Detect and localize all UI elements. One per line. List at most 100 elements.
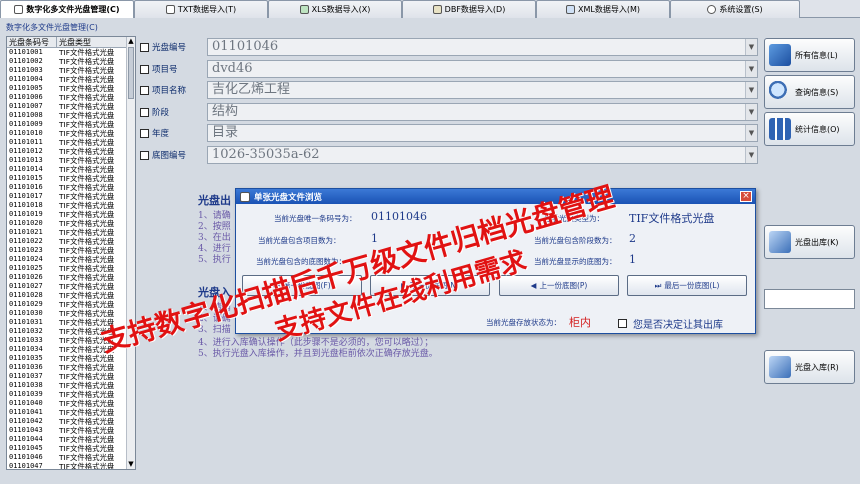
list-item[interactable]: 01101038 TIF文件格式光盘 — [7, 381, 135, 390]
column-header-type[interactable]: 光盘类型 — [57, 37, 127, 47]
disc-out-button[interactable]: 光盘出库(K) — [764, 225, 855, 259]
tab-dbf-import[interactable]: DBF数据导入(D) — [402, 0, 536, 18]
close-icon[interactable]: × — [740, 191, 752, 202]
stats-info-button[interactable]: 统计信息(O) — [764, 112, 855, 146]
list-item[interactable]: 01101040 TIF文件格式光盘 — [7, 399, 135, 408]
decide-out-checkbox[interactable] — [618, 319, 627, 328]
list-item[interactable]: 01101037 TIF文件格式光盘 — [7, 372, 135, 381]
list-item[interactable]: 01101010 TIF文件格式光盘 — [7, 129, 135, 138]
list-item[interactable]: 01101026 TIF文件格式光盘 — [7, 273, 135, 282]
tab-xml-import[interactable]: XML数据导入(M) — [536, 0, 670, 18]
list-item-type: TIF文件格式光盘 — [59, 444, 115, 453]
prev-icon: ◀ — [530, 281, 537, 290]
disc-in-button[interactable]: 光盘入库(R) — [764, 350, 855, 384]
list-item-barcode: 01101007 — [9, 102, 43, 110]
chevron-down-icon[interactable]: ▼ — [745, 125, 757, 141]
list-item[interactable]: 01101023 TIF文件格式光盘 — [7, 246, 135, 255]
list-item[interactable]: 01101029 TIF文件格式光盘 — [7, 300, 135, 309]
tab-disc-management[interactable]: 数字化多文件光盘管理(C) — [0, 0, 134, 18]
field-stage: 阶段 结构 ▼ — [140, 103, 758, 121]
disc-number-checkbox[interactable] — [140, 42, 149, 52]
project-number-select[interactable]: dvd46 ▼ — [207, 60, 758, 78]
disc-list[interactable]: 光盘条码号 光盘类型 01101001 TIF文件格式光盘 01101002 TIF文… — [6, 36, 136, 470]
barcode-scan-input[interactable] — [764, 289, 855, 309]
in-step: 5、执行光盘入库操作，并且到光盘柜前依次正确存放光盘。 — [198, 349, 438, 359]
list-item-barcode: 01101025 — [9, 264, 43, 272]
list-item[interactable]: 01101042 TIF文件格式光盘 — [7, 417, 135, 426]
list-item-barcode: 01101043 — [9, 426, 43, 434]
list-item[interactable]: 01101007 TIF文件格式光盘 — [7, 102, 135, 111]
decide-out-option[interactable]: 您是否决定让其出库 — [618, 316, 723, 331]
chevron-down-icon[interactable]: ▼ — [745, 61, 757, 77]
list-item[interactable]: 01101044 TIF文件格式光盘 — [7, 435, 135, 444]
list-item[interactable]: 01101043 TIF文件格式光盘 — [7, 426, 135, 435]
project-name-select[interactable]: 吉化乙烯工程 ▼ — [207, 81, 758, 99]
chevron-down-icon[interactable]: ▼ — [745, 82, 757, 98]
list-item[interactable]: 01101022 TIF文件格式光盘 — [7, 237, 135, 246]
year-checkbox[interactable] — [140, 128, 149, 138]
list-item[interactable]: 01101036 TIF文件格式光盘 — [7, 363, 135, 372]
tab-xls-import[interactable]: XLS数据导入(X) — [268, 0, 402, 18]
status-value: 柜内 — [569, 316, 591, 329]
list-item[interactable]: 01101008 TIF文件格式光盘 — [7, 111, 135, 120]
query-info-button[interactable]: 查询信息(S) — [764, 75, 855, 109]
list-item[interactable]: 01101017 TIF文件格式光盘 — [7, 192, 135, 201]
list-header: 光盘条码号 光盘类型 — [7, 37, 135, 48]
all-info-button[interactable]: 所有信息(L) — [764, 38, 855, 72]
list-item-barcode: 01101019 — [9, 210, 43, 218]
tab-system-settings[interactable]: 系统设置(S) — [670, 0, 800, 18]
year-select[interactable]: 目录 ▼ — [207, 124, 758, 142]
list-item[interactable]: 01101003 TIF文件格式光盘 — [7, 66, 135, 75]
list-item[interactable]: 01101016 TIF文件格式光盘 — [7, 183, 135, 192]
scroll-up-icon[interactable]: ▲ — [127, 37, 135, 46]
tab-bar: 数字化多文件光盘管理(C) TXT数据导入(T) XLS数据导入(X) DBF数… — [0, 0, 860, 18]
list-scrollbar[interactable]: ▲ ▼ — [126, 37, 135, 469]
list-item[interactable]: 01101014 TIF文件格式光盘 — [7, 165, 135, 174]
list-item[interactable]: 01101005 TIF文件格式光盘 — [7, 84, 135, 93]
list-item[interactable]: 01101020 TIF文件格式光盘 — [7, 219, 135, 228]
chevron-down-icon[interactable]: ▼ — [745, 104, 757, 120]
list-item-type: TIF文件格式光盘 — [59, 417, 115, 426]
list-item[interactable]: 01101001 TIF文件格式光盘 — [7, 48, 135, 57]
list-item[interactable]: 01101002 TIF文件格式光盘 — [7, 57, 135, 66]
list-item[interactable]: 01101011 TIF文件格式光盘 — [7, 138, 135, 147]
list-item[interactable]: 01101039 TIF文件格式光盘 — [7, 390, 135, 399]
list-item[interactable]: 01101019 TIF文件格式光盘 — [7, 210, 135, 219]
list-item[interactable]: 01101047 TIF文件格式光盘 — [7, 462, 135, 469]
list-item-barcode: 01101023 — [9, 246, 43, 254]
list-item[interactable]: 01101028 TIF文件格式光盘 — [7, 291, 135, 300]
list-item-barcode: 01101005 — [9, 84, 43, 92]
field-disc-number: 光盘编号 01101046 ▼ — [140, 38, 758, 56]
dialog-title-bar[interactable]: 单张光盘文件浏览 — [236, 189, 755, 204]
list-item[interactable]: 01101041 TIF文件格式光盘 — [7, 408, 135, 417]
list-item[interactable]: 01101045 TIF文件格式光盘 — [7, 444, 135, 453]
stage-select[interactable]: 结构 ▼ — [207, 103, 758, 121]
scroll-thumb[interactable] — [128, 47, 134, 99]
chevron-down-icon[interactable]: ▼ — [745, 147, 757, 163]
list-item[interactable]: 01101009 TIF文件格式光盘 — [7, 120, 135, 129]
drawing-number-select[interactable]: 1026-35035a-62 ▼ — [207, 146, 758, 164]
list-item[interactable]: 01101018 TIF文件格式光盘 — [7, 201, 135, 210]
chevron-down-icon[interactable]: ▼ — [745, 39, 757, 55]
tab-txt-import[interactable]: TXT数据导入(T) — [134, 0, 268, 18]
list-item[interactable]: 01101006 TIF文件格式光盘 — [7, 93, 135, 102]
drawing-number-checkbox[interactable] — [140, 150, 149, 160]
column-header-barcode[interactable]: 光盘条码号 — [7, 37, 57, 47]
list-item[interactable]: 01101024 TIF文件格式光盘 — [7, 255, 135, 264]
disc-number-select[interactable]: 01101046 ▼ — [207, 38, 758, 56]
list-item[interactable]: 01101046 TIF文件格式光盘 — [7, 453, 135, 462]
list-item[interactable]: 01101012 TIF文件格式光盘 — [7, 147, 135, 156]
project-number-label: 项目号 — [152, 65, 178, 75]
stage-checkbox[interactable] — [140, 107, 149, 117]
list-item-type: TIF文件格式光盘 — [59, 102, 115, 111]
list-item[interactable]: 01101013 TIF文件格式光盘 — [7, 156, 135, 165]
list-item[interactable]: 01101004 TIF文件格式光盘 — [7, 75, 135, 84]
project-number-checkbox[interactable] — [140, 64, 149, 74]
list-item[interactable]: 01101025 TIF文件格式光盘 — [7, 264, 135, 273]
project-name-checkbox[interactable] — [140, 85, 149, 95]
last-drawing-button[interactable]: ⏭ 最后一份底图(L) — [627, 275, 747, 296]
list-item[interactable]: 01101015 TIF文件格式光盘 — [7, 174, 135, 183]
list-item[interactable]: 01101021 TIF文件格式光盘 — [7, 228, 135, 237]
scroll-down-icon[interactable]: ▼ — [127, 460, 135, 469]
list-item[interactable]: 01101027 TIF文件格式光盘 — [7, 282, 135, 291]
